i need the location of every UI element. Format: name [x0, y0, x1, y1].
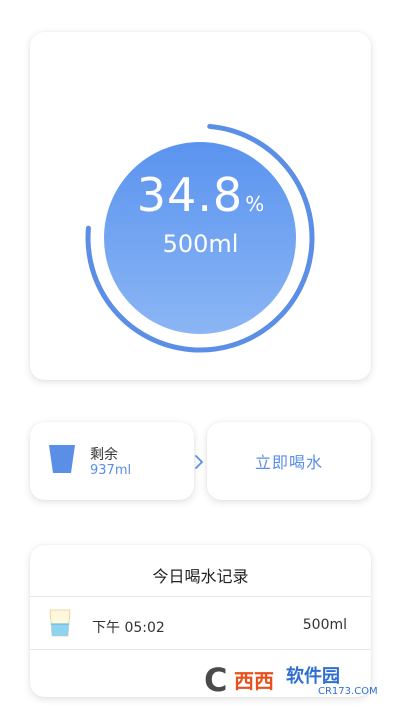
watermark-logo: C 西西 软件园 CR173.COM	[200, 662, 390, 702]
remaining-label: 剩余	[90, 447, 118, 463]
drink-now-button[interactable]: 立即喝水	[207, 422, 371, 500]
record-time: 下午 05:02	[92, 620, 165, 636]
percent-value: 34.8	[136, 168, 244, 222]
watermark-soft: 软件园	[286, 666, 340, 687]
water-glass-icon	[49, 609, 71, 637]
watermark-xi: 西西	[234, 669, 274, 693]
progress-card: 34.8% 500ml	[30, 32, 371, 380]
watermark-site: CR173.COM	[318, 686, 378, 697]
percent-sign: %	[245, 192, 265, 216]
percent-display: 34.8%	[30, 172, 371, 218]
watermark-c: C	[204, 661, 228, 699]
records-title: 今日喝水记录	[152, 567, 249, 586]
record-divider	[30, 649, 371, 650]
drink-now-label: 立即喝水	[254, 453, 323, 472]
record-amount: 500ml	[302, 617, 347, 633]
water-cup-icon	[49, 445, 75, 473]
remaining-card[interactable]: 剩余 937ml	[30, 422, 203, 500]
remaining-value: 937ml	[90, 463, 132, 478]
volume-drunk: 500ml	[162, 230, 239, 258]
records-divider	[30, 596, 371, 597]
chevron-right-icon[interactable]	[194, 455, 204, 469]
